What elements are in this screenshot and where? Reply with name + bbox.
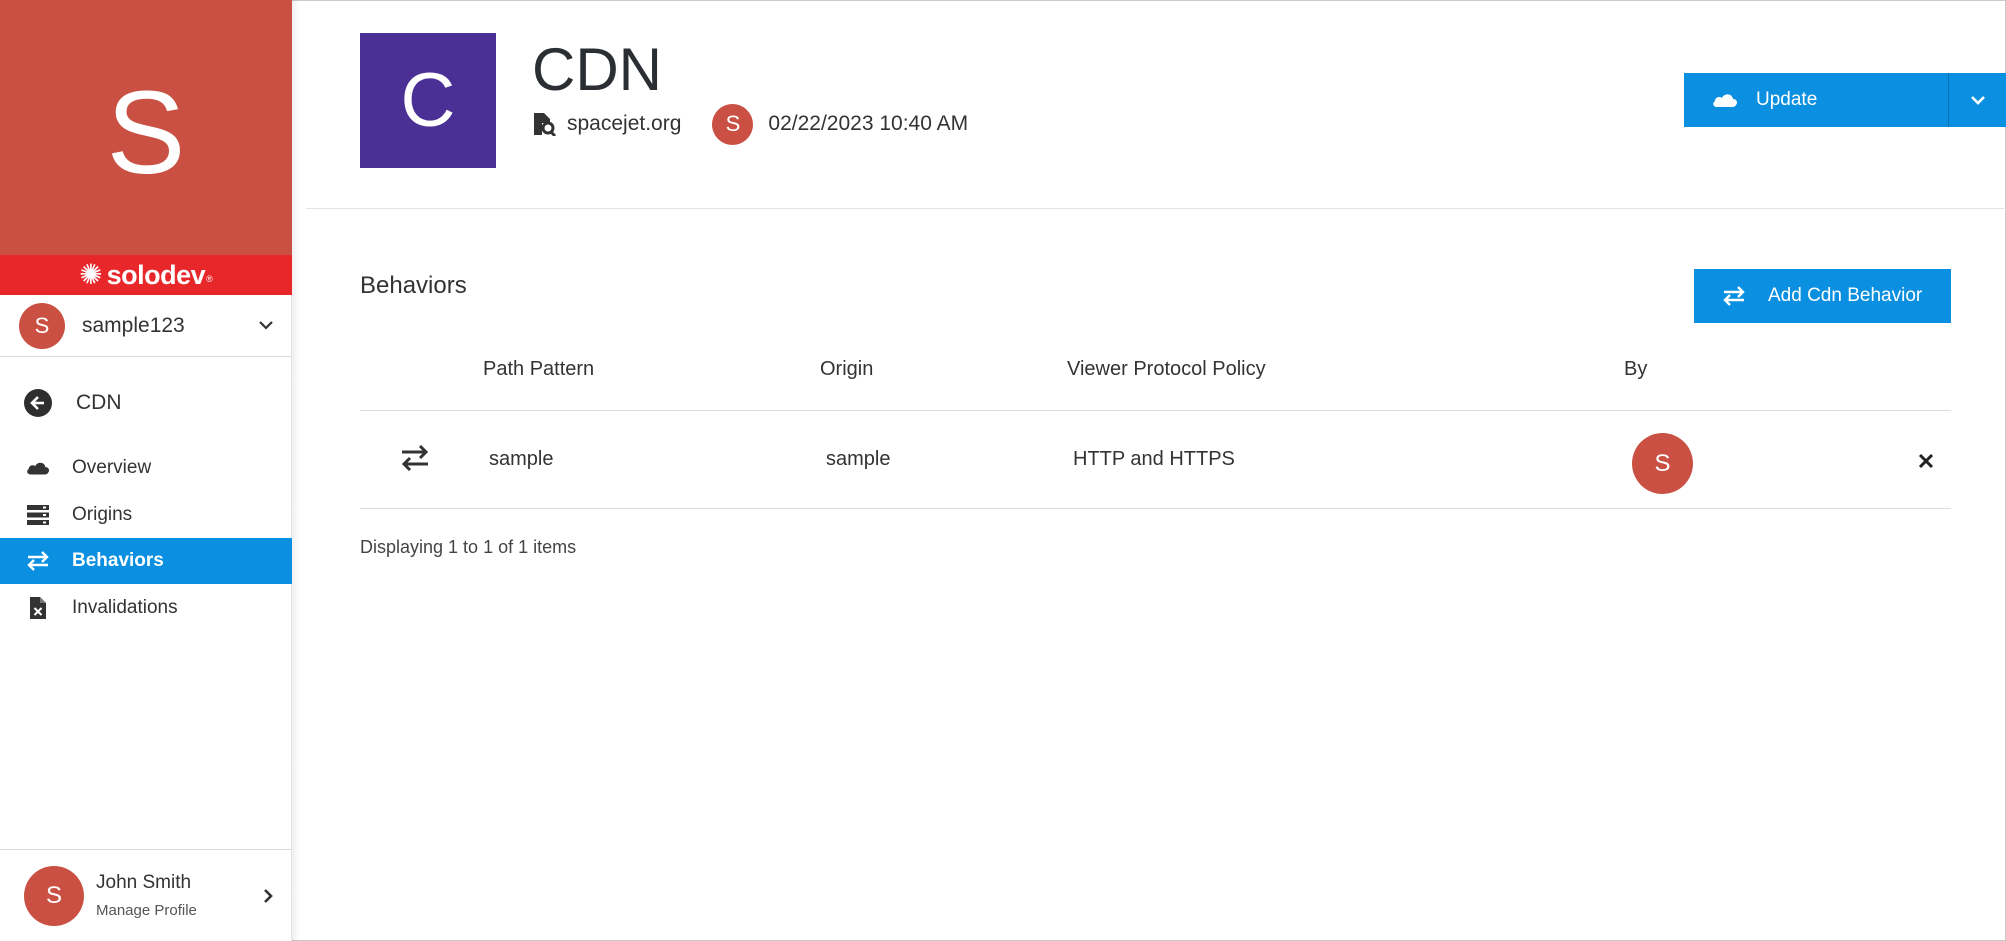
chevron-down-icon bbox=[1970, 96, 1985, 105]
sidebar-item-origins[interactable]: Origins bbox=[0, 492, 292, 538]
cloud-icon bbox=[26, 456, 50, 480]
brand-letter: S bbox=[106, 66, 186, 199]
account-name: sample123 bbox=[82, 313, 185, 337]
arrow-left-icon bbox=[24, 389, 52, 417]
cell-viewer-protocol-policy: HTTP and HTTPS bbox=[1073, 448, 1235, 470]
profile-subtitle: Manage Profile bbox=[96, 902, 197, 919]
column-header-by[interactable]: By bbox=[1624, 358, 1647, 381]
exchange-icon bbox=[26, 549, 50, 573]
update-dropdown-toggle[interactable] bbox=[1948, 73, 2006, 127]
profile-text: John Smith Manage Profile bbox=[96, 872, 197, 919]
cloud-icon bbox=[1713, 94, 1737, 107]
exchange-icon bbox=[1723, 286, 1745, 306]
chevron-right-icon bbox=[264, 889, 273, 903]
update-label: Update bbox=[1756, 89, 1818, 110]
server-icon bbox=[26, 503, 50, 527]
solodev-logo-icon: ✺ bbox=[79, 259, 103, 290]
exchange-icon bbox=[401, 445, 429, 471]
page-meta: spacejet.org S 02/22/2023 10:40 AM bbox=[532, 103, 969, 145]
add-cdn-behavior-button[interactable]: Add Cdn Behavior bbox=[1694, 269, 1951, 323]
page-title: CDN bbox=[532, 36, 662, 103]
sidebar-item-label: Behaviors bbox=[72, 550, 164, 571]
file-x-icon bbox=[26, 596, 50, 620]
profile-avatar: S bbox=[24, 865, 84, 926]
update-button-group: Update bbox=[1684, 73, 2006, 127]
column-header-origin[interactable]: Origin bbox=[820, 358, 873, 381]
column-header-viewer-protocol-policy[interactable]: Viewer Protocol Policy bbox=[1067, 358, 1266, 381]
modified-date: 02/22/2023 10:40 AM bbox=[768, 112, 969, 135]
site-name[interactable]: spacejet.org bbox=[567, 112, 681, 136]
table-row[interactable]: sample sample HTTP and HTTPS S bbox=[360, 411, 1951, 509]
section-title: Behaviors bbox=[360, 272, 467, 299]
sidebar-item-behaviors[interactable]: Behaviors bbox=[0, 538, 292, 584]
sidebar-item-label: Origins bbox=[72, 504, 133, 525]
cdn-tile: C bbox=[360, 33, 496, 168]
account-switcher[interactable]: S sample123 bbox=[0, 295, 292, 357]
sidebar: S ✺ solodev ® S sample123 CDN Overview O… bbox=[0, 0, 292, 941]
back-label: CDN bbox=[76, 391, 122, 414]
column-header-path-pattern[interactable]: Path Pattern bbox=[483, 358, 594, 381]
header-divider bbox=[306, 208, 2006, 209]
cell-by-avatar: S bbox=[1632, 433, 1693, 494]
sidebar-item-label: Invalidations bbox=[72, 597, 178, 618]
cell-origin: sample bbox=[826, 448, 891, 470]
sidebar-item-label: Overview bbox=[72, 457, 152, 478]
site-link-icon bbox=[534, 113, 556, 136]
registered-mark: ® bbox=[206, 274, 213, 284]
solodev-logo-text: solodev bbox=[106, 259, 206, 290]
site-brand-tile[interactable]: S bbox=[0, 0, 292, 255]
solodev-logo[interactable]: ✺ solodev ® bbox=[0, 255, 292, 295]
account-avatar: S bbox=[19, 302, 65, 349]
modified-by-avatar: S bbox=[712, 103, 754, 145]
chevron-down-icon bbox=[259, 321, 273, 330]
sidebar-item-overview[interactable]: Overview bbox=[0, 445, 292, 491]
cell-path-pattern[interactable]: sample bbox=[489, 448, 553, 471]
profile-name: John Smith bbox=[96, 872, 192, 893]
manage-profile[interactable]: S John Smith Manage Profile bbox=[0, 849, 292, 941]
update-button[interactable]: Update bbox=[1684, 73, 1948, 127]
sidebar-shadow bbox=[292, 0, 300, 941]
add-label: Add Cdn Behavior bbox=[1768, 285, 1923, 306]
pagination-summary: Displaying 1 to 1 of 1 items bbox=[360, 537, 577, 557]
sidebar-item-invalidations[interactable]: Invalidations bbox=[0, 585, 292, 631]
close-icon[interactable] bbox=[1918, 453, 1934, 469]
back-to-cdn[interactable]: CDN bbox=[24, 388, 122, 418]
